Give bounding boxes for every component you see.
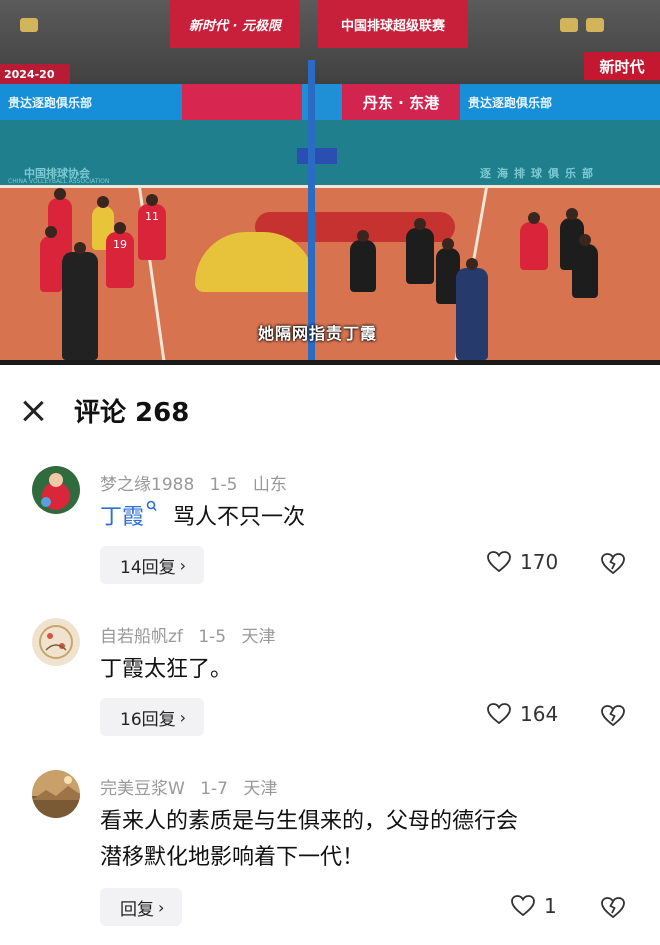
player-head: [97, 196, 109, 208]
player: [520, 212, 548, 270]
player-head: [579, 234, 591, 246]
like-count: 170: [520, 550, 559, 574]
player-head: [528, 212, 540, 224]
ad-board-right: 贵达逐跑俱乐部: [460, 84, 660, 120]
ad-board-dandong: 丹东 · 东港: [342, 84, 460, 120]
player: [40, 226, 62, 292]
comment-meta: 梦之缘1988 1-5 山东: [100, 470, 297, 495]
player-head: [45, 226, 57, 238]
ad-board-left: 贵达逐跑俱乐部: [0, 84, 182, 120]
player-head: [466, 258, 478, 270]
comments-header: 评论 268: [0, 380, 660, 440]
player: [350, 230, 376, 292]
avatar[interactable]: [32, 770, 80, 818]
court-line: [0, 185, 660, 188]
player-head: [357, 230, 369, 242]
avatar-image: [32, 618, 80, 666]
net-post: [308, 60, 315, 360]
like-count: 1: [544, 894, 557, 918]
search-icon: [146, 500, 157, 512]
comment-date: 1-5: [198, 627, 227, 647]
player-head: [442, 238, 454, 250]
view-replies-button[interactable]: 14回复 ›: [100, 546, 205, 584]
player-head: [114, 222, 126, 234]
player-head: [54, 188, 66, 200]
dislike-button[interactable]: [600, 896, 626, 924]
reply-button[interactable]: 回复 ›: [100, 888, 183, 926]
dislike-button[interactable]: [600, 552, 626, 580]
comment-text: 骂人不只一次: [173, 505, 306, 530]
comment-text-line: 潜移默化地影响着下一代！: [100, 845, 365, 870]
avatar[interactable]: [32, 618, 80, 666]
like-count: 164: [520, 702, 559, 726]
heart-icon: [511, 895, 535, 917]
player-head: [146, 194, 158, 206]
referee-left: [62, 242, 98, 360]
heart-icon: [487, 703, 511, 725]
floor-text: 中国排球协会 CHINA VOLLEYBALL ASSOCIATION 逐海排球…: [0, 163, 660, 185]
player-19: 19: [106, 222, 134, 288]
like-button[interactable]: 164: [486, 702, 558, 726]
avatar[interactable]: [32, 466, 80, 514]
comment-body: 丁霞 骂人不只一次: [100, 500, 620, 536]
broken-heart-icon: [601, 553, 625, 575]
player-head: [74, 242, 86, 254]
comment-username[interactable]: 梦之缘1988: [100, 475, 194, 495]
comment-meta: 完美豆浆W 1-7 天津: [100, 774, 287, 799]
reply-count: 14回复: [120, 557, 176, 578]
comment-location: 天津: [241, 627, 276, 647]
player-11: 11: [138, 194, 166, 260]
seat: [586, 18, 604, 32]
jersey-number: 11: [145, 210, 159, 223]
mention-link[interactable]: 丁霞: [100, 500, 158, 530]
broken-heart-icon: [601, 897, 625, 919]
chevron-right-icon: ›: [179, 707, 187, 727]
mention-text: 丁霞: [100, 505, 145, 530]
seat: [20, 18, 38, 32]
comment-location: 山东: [252, 475, 287, 495]
comment-date: 1-7: [200, 779, 228, 799]
net-base: [297, 148, 337, 164]
seat: [560, 18, 578, 32]
avatar-image: [32, 466, 80, 514]
video-bottom-edge: [0, 360, 660, 365]
player-head: [566, 208, 578, 220]
referee-right: [456, 258, 488, 360]
reply-count: 16回复: [120, 709, 176, 730]
player-head: [414, 218, 426, 230]
comment-meta: 自若船帆zf 1-5 天津: [100, 622, 286, 647]
like-button[interactable]: 1: [510, 894, 557, 918]
ad-board-red: [182, 84, 302, 120]
comment-username[interactable]: 完美豆浆W: [100, 779, 185, 799]
avatar-image: [32, 770, 80, 818]
close-icon[interactable]: [18, 396, 48, 426]
heart-icon: [487, 551, 511, 573]
comments-title: 评论 268: [74, 398, 190, 428]
floor-text-left-sub: CHINA VOLLEYBALL ASSOCIATION: [8, 178, 110, 185]
view-replies-button[interactable]: 16回复 ›: [100, 698, 205, 736]
chevron-right-icon: ›: [179, 555, 187, 575]
top-banner-left: 新时代 · 元极限: [170, 0, 300, 48]
season-tag: 2024-20: [0, 64, 70, 84]
player: [572, 234, 598, 298]
video-caption: 她隔网指责丁霞: [258, 324, 378, 343]
player: [406, 218, 434, 284]
broken-heart-icon: [601, 705, 625, 727]
comment-text-line: 看来人的素质是与生俱来的，父母的德行会: [100, 809, 519, 834]
comment-text: 丁霞太狂了。: [100, 657, 233, 682]
video-frame[interactable]: 新时代 · 元极限 中国排球超级联赛 2024-20 新时代 贵达逐跑俱乐部 丹…: [0, 0, 660, 365]
comment-location: 天津: [243, 779, 278, 799]
dislike-button[interactable]: [600, 704, 626, 732]
jersey-number: 19: [113, 238, 127, 251]
floor-text-right: 逐海排球俱乐部: [480, 167, 599, 180]
like-button[interactable]: 170: [486, 550, 558, 574]
comment-body: 丁霞太狂了。: [100, 652, 620, 688]
reply-label: 回复: [120, 899, 154, 920]
comment-username[interactable]: 自若船帆zf: [100, 627, 183, 647]
comment-body: 看来人的素质是与生俱来的，父母的德行会 潜移默化地影响着下一代！: [100, 804, 620, 876]
top-banner: 中国排球超级联赛: [318, 0, 468, 48]
comment-date: 1-5: [209, 475, 238, 495]
chevron-right-icon: ›: [158, 897, 165, 917]
right-banner: 新时代: [584, 52, 660, 80]
